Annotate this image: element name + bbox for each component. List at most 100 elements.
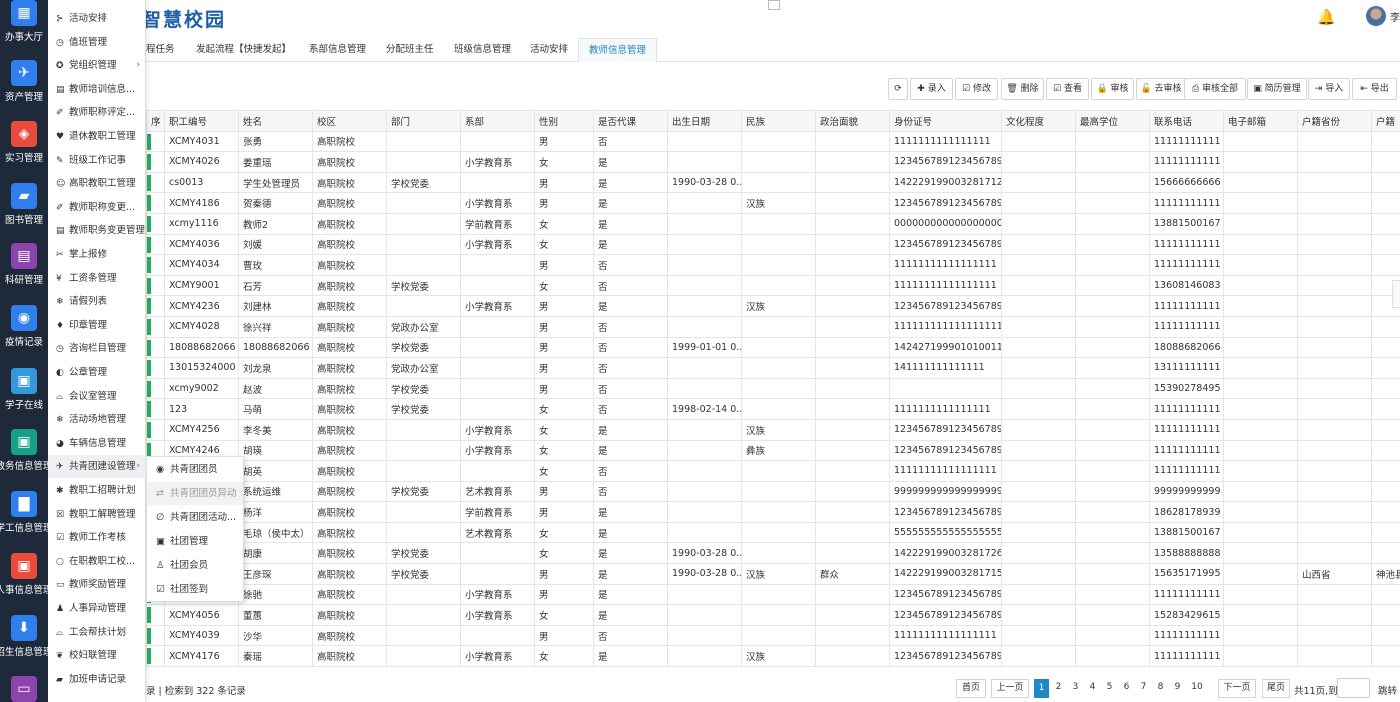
table-row[interactable]: 13015324000 刘龙泉 高职院校 党政办公室 男否 141111111111111…	[146, 357, 1400, 379]
column-header[interactable]: 户籍	[1371, 110, 1400, 132]
submenu-item[interactable]: ☑ 社团签到	[147, 578, 243, 601]
menu-item[interactable]: ⌓ 会议室管理	[48, 385, 146, 408]
table-row[interactable]: 系统运维 高职院校 学校党委 艺术教育系男否 999999999999999999 999…	[146, 480, 1400, 503]
avatar[interactable]	[1366, 6, 1386, 26]
menu-item[interactable]: ◷ 值班管理	[48, 31, 146, 54]
toolbar-button[interactable]: ⟳	[888, 78, 908, 100]
column-header[interactable]: 出生日期	[667, 110, 742, 132]
table-row[interactable]: XCMY4256 李冬美 高职院校 小学教育系女是 汉族 1234567891234567…	[146, 418, 1400, 441]
column-header[interactable]: 政治面貌	[815, 110, 890, 132]
column-header[interactable]: 部门	[386, 110, 461, 132]
table-row[interactable]: XCMY4236 刘建林 高职院校 小学教育系男是 汉族 1234567891234567…	[146, 295, 1400, 317]
submenu-item[interactable]: ⇄ 共青团团员异动	[147, 482, 243, 505]
toolbar-button[interactable]: ⇥ 导入	[1308, 78, 1350, 100]
toolbar-button[interactable]: ⇤ 导出	[1352, 78, 1397, 100]
submenu-item[interactable]: ◉ 共青团团员	[147, 458, 243, 481]
menu-item[interactable]: ❦ 校妇联管理	[48, 644, 146, 667]
leftbar-item[interactable]: ▤ 科研管理	[0, 239, 48, 301]
page-number-button[interactable]: 7	[1136, 679, 1151, 698]
menu-item[interactable]: ✐ 教师职称变更...	[48, 196, 146, 219]
table-row[interactable]: cs0013 学生处管理员 高职院校 学校党委 男是 1990-03-28 0... 142…	[146, 171, 1400, 194]
menu-item[interactable]: ☺ 高职教职工管理	[48, 172, 146, 195]
leftbar-item[interactable]: ▰ 图书管理	[0, 179, 48, 241]
menu-item[interactable]: ✱ 教职工招聘计划	[48, 479, 146, 502]
menu-item[interactable]: ▰ 加班申请记录	[48, 668, 146, 691]
table-row[interactable]: XCMY9001 石芳 高职院校 学校党委 女否 11111111111111111 136…	[146, 274, 1400, 297]
table-row[interactable]: xcmy9002 赵波 高职院校 学校党委 男否 15390278495	[146, 377, 1400, 400]
last-page-button[interactable]: 尾页	[1262, 679, 1290, 698]
leftbar-item[interactable]: ◉ 疫情记录	[0, 301, 48, 363]
column-header[interactable]: 职工编号	[164, 110, 239, 132]
page-number-button[interactable]: 3	[1068, 679, 1083, 698]
menu-item[interactable]: ✪ 党组织管理 ›	[48, 54, 146, 77]
toolbar-button[interactable]: ⎙ 审核全部	[1184, 78, 1246, 100]
bell-icon[interactable]: 🔔	[1317, 8, 1336, 26]
column-header[interactable]: 民族	[741, 110, 816, 132]
menu-item[interactable]: ♥ 退休教职工管理	[48, 125, 146, 148]
table-row[interactable]: XCMY4028 徐兴祥 高职院校 党政办公室男否 111111111111111111…	[146, 315, 1400, 338]
next-page-button[interactable]: 下一页	[1218, 679, 1256, 698]
menu-item[interactable]: ¥ 工资条管理	[48, 267, 146, 290]
page-number-button[interactable]: 4	[1085, 679, 1100, 698]
page-number-button[interactable]: 2	[1051, 679, 1066, 698]
table-row[interactable]: XCMY4034 曹玫 高职院校男否 11111111111111111 1111111…	[146, 254, 1400, 276]
page-number-button[interactable]: 9	[1170, 679, 1185, 698]
leftbar-item[interactable]: ▣ 人事信息管理	[0, 549, 53, 611]
menu-item[interactable]: ◷ 咨询栏目管理	[48, 337, 146, 360]
table-row[interactable]: XCMY4246 胡瑛 高职院校 小学教育系女是彝族 12345678912345678…	[146, 439, 1400, 462]
leftbar-item[interactable]: ▭	[0, 672, 48, 702]
table-row[interactable]: XCMY4036 刘媛 高职院校 小学教育系女是 123456789123456789 1…	[146, 233, 1400, 256]
submenu-item[interactable]: ∅ 共青团团活动...	[147, 506, 243, 529]
toolbar-button[interactable]: ✚ 录入	[910, 78, 953, 100]
menu-item[interactable]: ◐ 公章管理	[48, 361, 146, 384]
menu-item[interactable]: ⌓ 工会帮扶计划	[48, 621, 146, 644]
submenu-item[interactable]: ▣ 社团管理	[147, 530, 243, 553]
table-row[interactable]: XCMY4186 贺秦德 高职院校 小学教育系男是 汉族 1234567891234567…	[146, 192, 1400, 214]
table-row[interactable]: XCMY4176 秦瑶 高职院校 小学教育系女是 汉族 12345678912345678…	[146, 645, 1400, 668]
menu-item[interactable]: ✎ 班级工作记事	[48, 149, 146, 172]
menu-item[interactable]: ▤ 教师职务变更管理	[48, 219, 146, 242]
page-number-button[interactable]: 8	[1153, 679, 1168, 698]
column-header[interactable]: 校区	[312, 110, 387, 132]
column-header[interactable]: 身份证号	[889, 110, 1002, 132]
leftbar-item[interactable]: ✈ 资产管理	[0, 56, 48, 118]
leftbar-item[interactable]: ⬇ 招生信息管理	[0, 611, 53, 673]
menu-item[interactable]: ◕ 车辆信息管理	[48, 432, 146, 455]
toolbar-button[interactable]: 🔒 审核	[1091, 78, 1134, 100]
toolbar-button[interactable]: ☑ 修改	[955, 78, 998, 100]
menu-item[interactable]: ♟ 人事异动管理	[48, 597, 146, 620]
page-number-button[interactable]: 5	[1102, 679, 1117, 698]
first-page-button[interactable]: 首页	[956, 679, 986, 698]
column-header[interactable]: 联系电话	[1149, 110, 1224, 132]
column-header[interactable]: 姓名	[238, 110, 313, 132]
menu-item[interactable]: ✂ 掌上报修	[48, 243, 146, 266]
menu-item[interactable]: ▭ 教师奖励管理	[48, 573, 146, 596]
table-row[interactable]: XCMY4031 张勇 高职院校男否 1111111111111111 11111111…	[146, 130, 1400, 153]
leftbar-item[interactable]: ◈ 实习管理	[0, 117, 48, 179]
menu-item[interactable]: ☒ 教职工解聘管理	[48, 503, 146, 526]
column-header[interactable]: 性别	[534, 110, 594, 132]
leftbar-item[interactable]: ▇ 学工信息管理	[0, 487, 53, 549]
menu-item[interactable]: ▤ 教师培训信息...	[48, 78, 146, 101]
menu-item[interactable]: ✐ 教师职称评定...	[48, 101, 146, 124]
page-number-button[interactable]: 1	[1034, 679, 1049, 698]
menu-item[interactable]: ⊱ 活动安排	[48, 7, 146, 30]
column-header[interactable]: 电子邮箱	[1223, 110, 1298, 132]
leftbar-item[interactable]: ▣ 学子在线	[0, 364, 48, 426]
leftbar-item[interactable]: ▦ 办事大厅	[0, 0, 48, 58]
tab-item[interactable]: 程任务	[146, 38, 175, 62]
tab-item[interactable]: 活动安排	[530, 38, 568, 62]
menu-item[interactable]: ☑ 教师工作考核	[48, 526, 146, 549]
table-row[interactable]: 18088682066 18088682066 高职院校 学校党委男否 1999-01-…	[146, 336, 1400, 359]
user-name[interactable]: 李	[1390, 9, 1400, 24]
tab-item[interactable]: 发起流程【快捷发起】	[196, 38, 291, 62]
menu-item[interactable]: ❄ 活动场地管理	[48, 408, 146, 431]
table-row[interactable]: 毛琼（侯中太） 高职院校 艺术教育系女是 555555555555555555... 1…	[146, 521, 1400, 544]
table-row[interactable]: XCMY4026 姜重瑶 高职院校 小学教育系女是 123456789123456789…	[146, 151, 1400, 173]
column-header[interactable]: 序	[146, 110, 165, 132]
tab-item[interactable]: 系部信息管理	[309, 38, 366, 62]
table-row[interactable]: XCMY4056 董蕙 高职院校 小学教育系女是 123456789123456789 1…	[146, 604, 1400, 626]
toolbar-button[interactable]: 🔓 去审核	[1136, 78, 1186, 100]
table-row[interactable]: 胡康 高职院校 学校党委 女是 1990-03-28 0... 1422291990032…	[146, 542, 1400, 565]
tab-item[interactable]: 班级信息管理	[454, 38, 511, 62]
